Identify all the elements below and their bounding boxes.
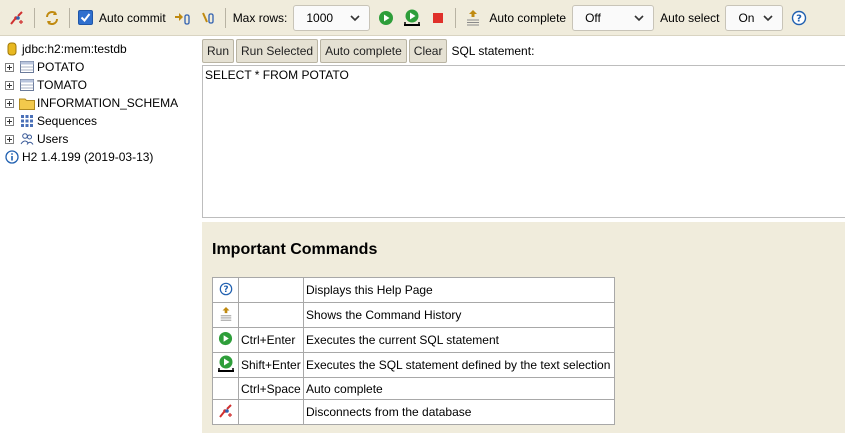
- history-icon[interactable]: [462, 7, 484, 29]
- run-selected-icon: [217, 355, 234, 372]
- table-cell: Auto complete: [303, 377, 615, 400]
- version-label: H2 1.4.199 (2019-03-13): [22, 150, 154, 164]
- table-cell: Ctrl+Space: [238, 377, 304, 400]
- sql-statement-text: SELECT * FROM POTATO: [205, 68, 349, 82]
- max-rows-label: Max rows:: [232, 10, 288, 25]
- chevron-down-icon: [350, 14, 360, 21]
- table-cell: [212, 377, 239, 400]
- help-panel: Important Commands ? Displays this Help …: [202, 222, 845, 433]
- table-icon: [19, 59, 35, 75]
- table-row: Shows the Command History: [212, 302, 615, 328]
- history-icon: [220, 306, 231, 321]
- svg-text:?: ?: [797, 13, 803, 24]
- auto-commit-checkbox[interactable]: [78, 10, 93, 25]
- tree-item-sequences[interactable]: Sequences: [0, 112, 200, 130]
- table-row: Shift+Enter Executes the SQL statement d…: [212, 352, 615, 378]
- table-cell: Executes the current SQL statement: [303, 327, 615, 353]
- expand-icon[interactable]: [5, 134, 14, 144]
- table-cell: ?: [212, 277, 239, 303]
- stop-icon[interactable]: [427, 7, 449, 29]
- rollback-icon[interactable]: [197, 7, 219, 29]
- table-cell: Disconnects from the database: [303, 399, 615, 425]
- tree-item-label: INFORMATION_SCHEMA: [37, 96, 179, 110]
- toolbar-separator: [224, 7, 226, 28]
- table-cell: [238, 399, 304, 425]
- table-cell: Displays this Help Page: [303, 277, 615, 303]
- refresh-icon[interactable]: [41, 7, 63, 29]
- table-row: Ctrl+Enter Executes the current SQL stat…: [212, 327, 615, 353]
- table-cell: [212, 352, 239, 378]
- auto-select-label: Auto select: [660, 10, 720, 25]
- table-cell: [212, 327, 239, 353]
- users-icon: [19, 131, 35, 147]
- tree-item-label: POTATO: [37, 60, 85, 74]
- object-tree: jdbc:h2:mem:testdb POTATO TOMATO INFORMA…: [0, 40, 200, 166]
- table-row: Ctrl+Space Auto complete: [212, 377, 615, 400]
- disconnect-icon: [218, 403, 232, 418]
- auto-complete-label: Auto complete: [489, 10, 567, 25]
- svg-text:?: ?: [223, 285, 228, 295]
- expand-icon[interactable]: [5, 116, 14, 126]
- auto-select-select[interactable]: On: [725, 4, 784, 31]
- commit-icon[interactable]: [171, 7, 193, 29]
- table-cell: [238, 277, 304, 303]
- run-selected-icon[interactable]: [401, 7, 423, 29]
- auto-commit-label: Auto commit: [99, 10, 166, 25]
- expand-icon[interactable]: [5, 98, 14, 108]
- table-row: ? Displays this Help Page: [212, 277, 615, 303]
- info-icon: [4, 149, 20, 165]
- table-row: Disconnects from the database: [212, 399, 615, 425]
- chevron-down-icon: [763, 14, 774, 21]
- expand-icon[interactable]: [5, 80, 14, 90]
- table-cell: Shift+Enter: [238, 352, 304, 378]
- tree-item-label: Sequences: [37, 114, 98, 128]
- tree-item-tomato[interactable]: TOMATO: [0, 76, 200, 94]
- sql-statement-label: SQL statement:: [451, 44, 535, 58]
- folder-icon: [19, 95, 35, 111]
- tree-connection[interactable]: jdbc:h2:mem:testdb: [0, 40, 200, 58]
- auto-complete-value: Off: [585, 10, 601, 25]
- auto-select-value: On: [738, 10, 755, 25]
- table-icon: [19, 77, 35, 93]
- toolbar-separator: [455, 7, 457, 28]
- help-icon: ?: [219, 282, 232, 295]
- table-cell: Executes the SQL statement defined by th…: [303, 352, 615, 378]
- tree-item-label: Users: [37, 132, 69, 146]
- database-icon: [4, 41, 20, 57]
- commands-table: ? Displays this Help Page Shows the Comm…: [212, 277, 615, 425]
- max-rows-select[interactable]: 1000: [293, 4, 371, 31]
- auto-complete-select[interactable]: Off: [572, 4, 655, 31]
- toolbar-separator: [34, 7, 35, 28]
- expand-icon[interactable]: [5, 62, 14, 72]
- table-cell: Ctrl+Enter: [238, 327, 304, 353]
- toolbar-separator: [69, 7, 70, 28]
- sequence-icon: [19, 113, 35, 129]
- tree-item-label: TOMATO: [37, 78, 88, 92]
- clear-button[interactable]: Clear: [408, 39, 448, 63]
- connection-label: jdbc:h2:mem:testdb: [22, 42, 127, 56]
- run-selected-button[interactable]: Run Selected: [236, 39, 319, 63]
- toolbar: Auto commit Max rows: 1000 Auto complete…: [0, 0, 845, 36]
- tree-version: H2 1.4.199 (2019-03-13): [0, 148, 200, 166]
- help-icon[interactable]: ?: [788, 7, 810, 29]
- auto-complete-button[interactable]: Auto complete: [320, 39, 407, 63]
- tree-item-users[interactable]: Users: [0, 130, 200, 148]
- chevron-down-icon: [634, 14, 644, 21]
- run-icon: [218, 331, 233, 346]
- table-cell: [212, 302, 239, 328]
- sql-toolbar: Run Run Selected Auto complete Clear SQL…: [202, 38, 534, 64]
- table-cell: [212, 399, 239, 425]
- run-button[interactable]: Run: [202, 39, 235, 63]
- tree-item-potato[interactable]: POTATO: [0, 58, 200, 76]
- max-rows-value: 1000: [306, 10, 334, 25]
- help-title: Important Commands: [212, 241, 378, 258]
- sql-editor[interactable]: SELECT * FROM POTATO: [202, 65, 845, 218]
- run-icon[interactable]: [375, 7, 397, 29]
- disconnect-icon[interactable]: [6, 7, 28, 29]
- table-cell: Shows the Command History: [303, 302, 615, 328]
- tree-item-information-schema[interactable]: INFORMATION_SCHEMA: [0, 94, 200, 112]
- table-cell: [238, 302, 304, 328]
